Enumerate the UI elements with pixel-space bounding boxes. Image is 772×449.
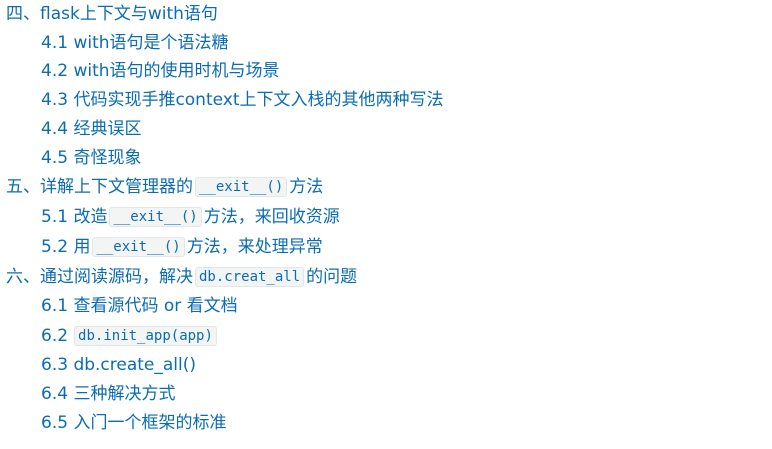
toc-section-6-label-post: 的问题 <box>306 267 358 287</box>
toc-item-6-5[interactable]: 6.5 入门一个框架的标准 <box>41 411 226 435</box>
toc-item-4-2-label: 4.2 with语句的使用时机与场景 <box>41 61 280 81</box>
toc-item-5-2-label-pre: 5.2 用 <box>41 237 91 257</box>
toc-item-5-2-code: __exit__() <box>92 237 185 257</box>
toc-section-4[interactable]: 四、flask上下文与with语句 <box>6 2 218 26</box>
toc-section-5[interactable]: 五、详解上下文管理器的 __exit__() 方法 <box>6 175 323 199</box>
toc-section-5-label-pre: 五、详解上下文管理器的 <box>6 177 193 197</box>
toc-item-4-5[interactable]: 4.5 奇怪现象 <box>41 146 141 170</box>
toc-item-6-3[interactable]: 6.3 db.create_all() <box>41 353 196 377</box>
toc-item-4-1-label: 4.1 with语句是个语法糖 <box>41 33 229 53</box>
toc-section-6-code: db.creat_all <box>195 267 305 287</box>
toc-item-5-2[interactable]: 5.2 用 __exit__() 方法，来处理异常 <box>41 235 323 259</box>
toc-item-5-1-code: __exit__() <box>109 207 202 227</box>
toc-section-5-code: __exit__() <box>195 177 288 197</box>
toc-item-6-1[interactable]: 6.1 查看源代码 or 看文档 <box>41 294 238 318</box>
toc-item-5-1-label-post: 方法，来回收资源 <box>203 207 340 227</box>
toc-item-6-4-label: 6.4 三种解决方式 <box>41 384 176 404</box>
toc-item-6-4[interactable]: 6.4 三种解决方式 <box>41 382 175 406</box>
toc-item-6-3-label: 6.3 db.create_all() <box>41 355 197 375</box>
toc-item-6-5-label: 6.5 入门一个框架的标准 <box>41 413 227 433</box>
toc-section-5-label-post: 方法 <box>289 177 324 197</box>
toc-item-4-2[interactable]: 4.2 with语句的使用时机与场景 <box>41 59 280 83</box>
toc-item-6-1-label: 6.1 查看源代码 or 看文档 <box>41 296 238 316</box>
toc-item-5-1-label-pre: 5.1 改造 <box>41 207 108 227</box>
toc-item-4-3-label: 4.3 代码实现手推context上下文入栈的其他两种写法 <box>41 90 444 110</box>
toc-item-4-4-label: 4.4 经典误区 <box>41 119 142 139</box>
toc-item-5-2-label-post: 方法，来处理异常 <box>186 237 323 257</box>
toc-item-4-4[interactable]: 4.4 经典误区 <box>41 117 141 141</box>
toc-item-4-1[interactable]: 4.1 with语句是个语法糖 <box>41 31 229 55</box>
toc-item-5-1[interactable]: 5.1 改造 __exit__() 方法，来回收资源 <box>41 205 340 229</box>
toc-item-4-5-label: 4.5 奇怪现象 <box>41 148 142 168</box>
toc-section-6-label-pre: 六、通过阅读源码，解决 <box>6 267 193 287</box>
toc-section-4-label: 四、flask上下文与with语句 <box>6 4 218 24</box>
toc-item-6-2[interactable]: 6.2 db.init_app(app) <box>41 324 219 348</box>
toc-item-6-2-label: 6.2 <box>41 326 69 346</box>
toc-section-6[interactable]: 六、通过阅读源码，解决 db.creat_all 的问题 <box>6 265 357 289</box>
toc-item-4-3[interactable]: 4.3 代码实现手推context上下文入栈的其他两种写法 <box>41 88 444 112</box>
toc-item-6-2-code: db.init_app(app) <box>74 326 217 346</box>
